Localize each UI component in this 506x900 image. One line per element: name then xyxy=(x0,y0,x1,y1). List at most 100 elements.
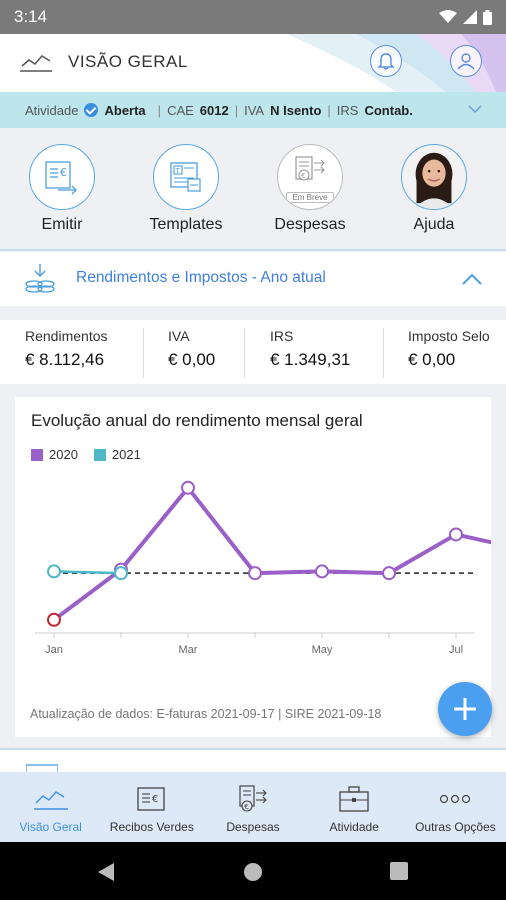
stat-divider xyxy=(143,328,144,378)
stat-divider xyxy=(383,328,384,378)
irs-label: IRS xyxy=(336,102,359,118)
add-button[interactable] xyxy=(438,682,492,736)
receipt-icon: € xyxy=(137,787,165,811)
ajuda-label: Ajuda xyxy=(413,216,455,233)
profile-button[interactable] xyxy=(450,45,482,77)
line-chart: Jan Mar May Jul xyxy=(35,480,491,656)
template-icon: T xyxy=(153,144,219,210)
nav-recibos-verdes[interactable]: € Recibos Verdes xyxy=(101,772,202,842)
stat-value: € 0,00 xyxy=(408,350,456,369)
data-update-note: Atualização de dados: E-faturas 2021-09-… xyxy=(30,707,382,721)
more-icon xyxy=(440,794,471,804)
system-navigation-bar xyxy=(0,842,506,900)
svg-text:€: € xyxy=(60,166,67,179)
nav-outras-opcoes[interactable]: Outras Opções xyxy=(405,772,506,842)
data-point-2020 xyxy=(248,566,262,581)
nav-label: Atividade xyxy=(329,820,379,834)
activity-value: Aberta xyxy=(104,102,146,118)
svg-text:T: T xyxy=(175,167,181,175)
data-point-2020 xyxy=(382,566,396,581)
data-point-2020 xyxy=(449,527,463,542)
stat-value: € 0,00 xyxy=(168,350,216,369)
notifications-button[interactable] xyxy=(370,45,402,77)
overview-chart-icon[interactable] xyxy=(20,52,52,72)
nav-label: Recibos Verdes xyxy=(109,820,194,834)
stat-iva: IVA € 0,00 xyxy=(168,328,215,370)
back-icon[interactable] xyxy=(96,862,116,882)
stat-label: IVA xyxy=(168,328,190,344)
svg-text:€: € xyxy=(152,794,158,805)
stat-irs: IRS € 1.349,31 xyxy=(270,328,350,370)
tax-summary: Rendimentos € 8.112,46 IVA € 0,00 IRS € … xyxy=(0,320,506,384)
cae-value: 6012 xyxy=(199,102,229,118)
data-point-2020 xyxy=(181,480,195,495)
coming-soon-badge: Em Breve xyxy=(286,192,334,203)
activity-status-bar[interactable]: Atividade Aberta | CAE 6012 | IVA N Isen… xyxy=(0,92,506,128)
stat-divider xyxy=(244,328,245,378)
wifi-icon xyxy=(439,10,457,23)
chevron-down-icon[interactable] xyxy=(468,105,482,114)
income-chart-card: Evolução anual do rendimento mensal gera… xyxy=(15,397,491,737)
plus-icon xyxy=(454,698,476,720)
nav-label: Visão Geral xyxy=(19,820,82,834)
svg-text:€: € xyxy=(301,172,305,180)
data-point-2021 xyxy=(114,566,128,581)
stat-value: € 1.349,31 xyxy=(270,350,351,369)
stat-label: Imposto Selo xyxy=(408,328,490,344)
iva-label: IVA xyxy=(244,102,265,118)
expenses-icon: € xyxy=(239,785,267,812)
check-circle-icon xyxy=(84,103,99,117)
nav-visao-geral[interactable]: Visão Geral xyxy=(0,772,101,842)
income-panel-title: Rendimentos e Impostos - Ano atual xyxy=(76,269,326,286)
series-line-2020 xyxy=(54,488,491,620)
status-bar: 3:14 xyxy=(0,0,506,34)
bell-icon xyxy=(378,53,394,70)
x-tick-label: Jan xyxy=(45,644,63,656)
invoice-euro-icon: € xyxy=(29,144,95,210)
nav-despesas[interactable]: € Despesas xyxy=(202,772,303,842)
page-title: VISÃO GERAL xyxy=(68,52,188,71)
support-avatar xyxy=(401,144,467,210)
bottom-navigation: Visão Geral € Recibos Verdes € Despesas … xyxy=(0,772,506,842)
x-tick-label: Jul xyxy=(449,644,463,656)
briefcase-icon xyxy=(339,786,369,812)
chart-line-icon xyxy=(33,791,68,810)
ajuda-action[interactable]: Ajuda xyxy=(384,144,484,234)
nav-label: Outras Opções xyxy=(415,820,496,834)
svg-text:€: € xyxy=(244,803,248,811)
expenses-icon: € Em Breve xyxy=(277,144,343,210)
despesas-label: Despesas xyxy=(274,216,346,233)
emitir-label: Emitir xyxy=(41,216,83,233)
cae-label: CAE xyxy=(167,102,194,118)
despesas-action[interactable]: € Em Breve Despesas xyxy=(260,144,360,234)
activity-label: Atividade xyxy=(25,102,79,118)
next-section-peek xyxy=(0,750,506,774)
nav-atividade[interactable]: Atividade xyxy=(304,772,405,842)
series-line-2021 xyxy=(53,570,122,575)
recents-icon[interactable] xyxy=(390,862,408,880)
iva-value: N Isento xyxy=(270,102,322,118)
data-point-2020 xyxy=(47,612,61,627)
irs-value: Contab. xyxy=(364,102,413,118)
user-icon xyxy=(457,53,475,70)
templates-label: Templates xyxy=(149,216,223,233)
section-divider xyxy=(0,249,506,251)
chevron-up-icon[interactable] xyxy=(462,273,482,285)
emitir-action[interactable]: € Emitir xyxy=(12,144,112,234)
home-icon[interactable] xyxy=(243,862,263,882)
x-tick-label: May xyxy=(312,644,333,656)
signal-icon xyxy=(463,10,477,24)
templates-action[interactable]: T Templates xyxy=(136,144,236,234)
stat-label: IRS xyxy=(270,328,294,344)
app-header: VISÃO GERAL xyxy=(0,34,506,92)
coins-download-icon xyxy=(25,264,55,293)
battery-icon xyxy=(483,9,492,25)
stat-value: € 8.112,46 xyxy=(25,350,105,369)
quick-actions: € Emitir T Templates € Em Breve Despesas… xyxy=(0,128,506,248)
data-point-2021 xyxy=(47,564,61,579)
x-tick-label: Mar xyxy=(179,644,198,656)
stat-imposto-selo: Imposto Selo € 0,00 xyxy=(408,328,490,370)
nav-label: Despesas xyxy=(226,820,280,834)
income-panel-header[interactable]: Rendimentos e Impostos - Ano atual xyxy=(0,252,506,306)
data-point-2020 xyxy=(315,564,329,579)
